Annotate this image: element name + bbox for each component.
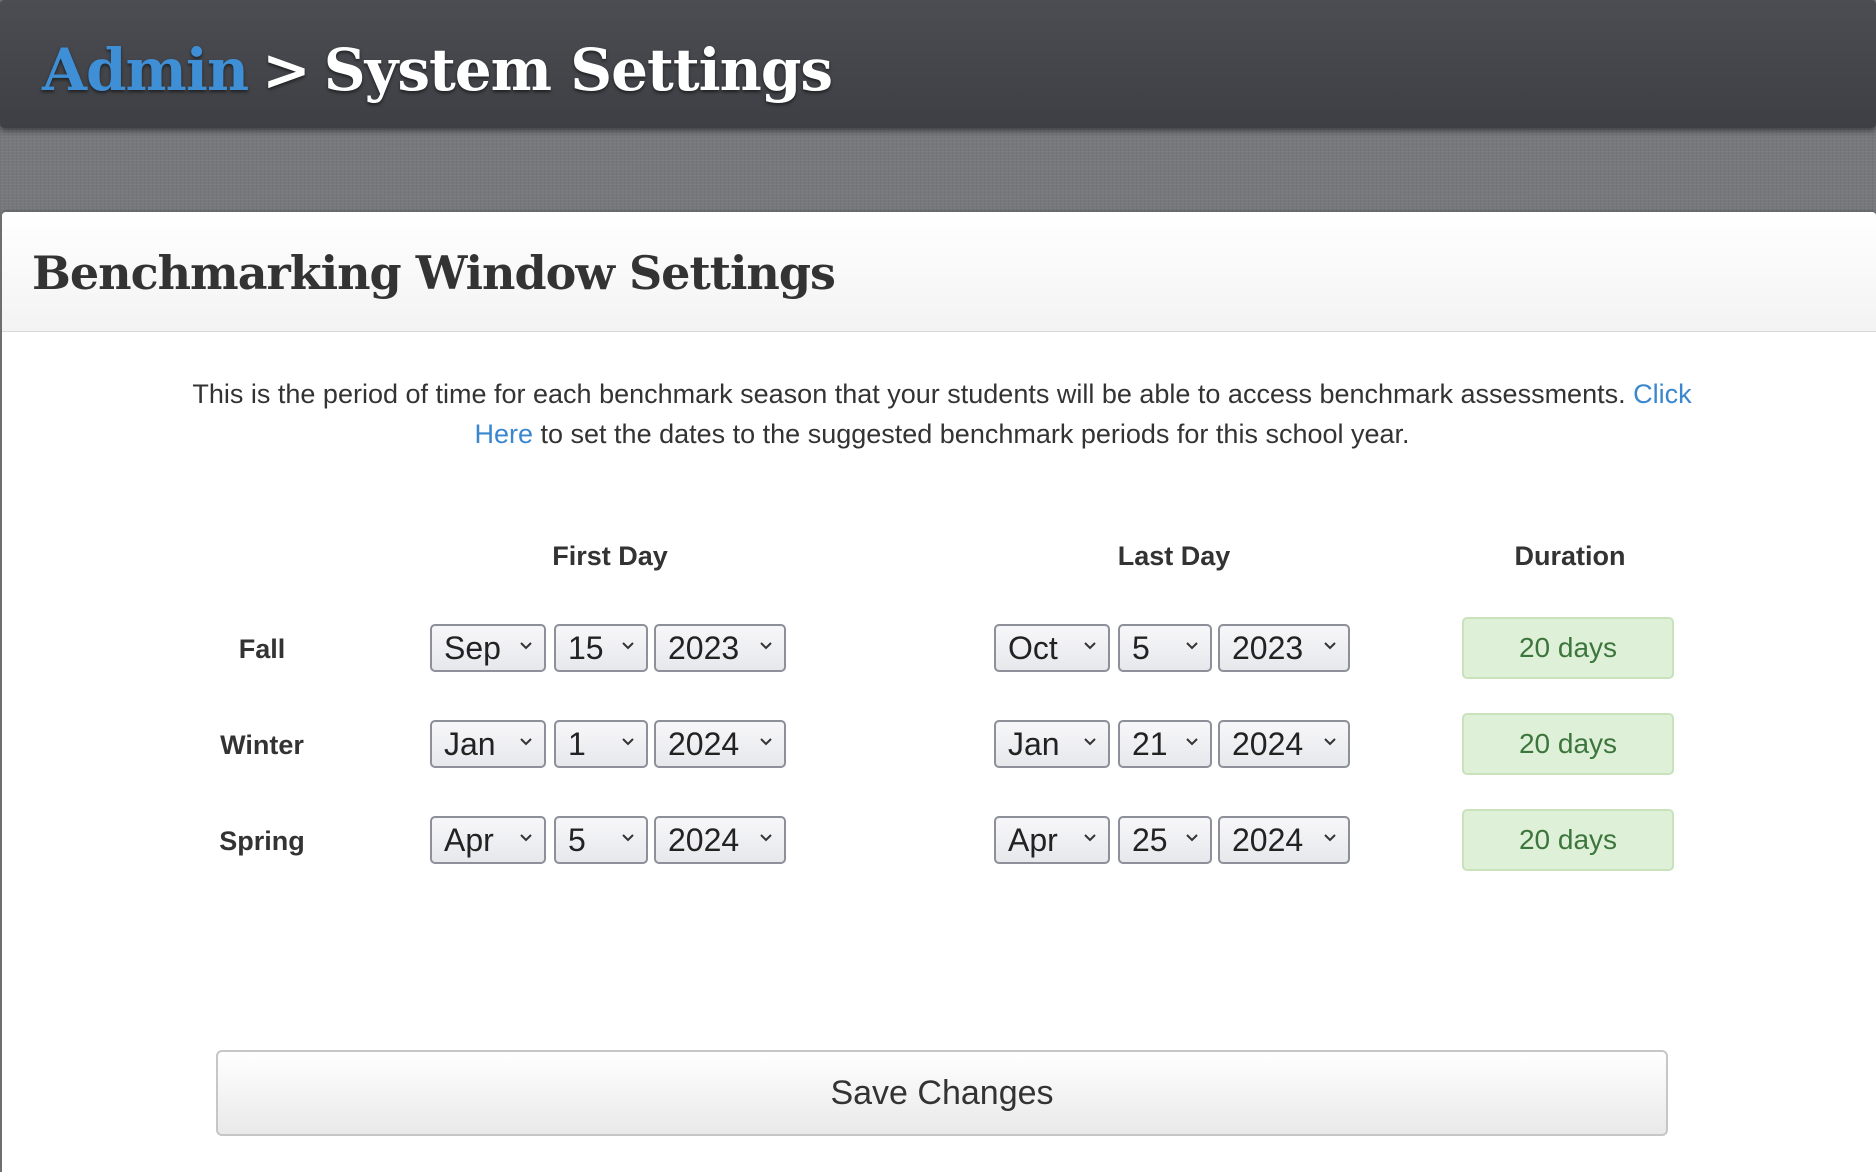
row-label-spring: Spring <box>219 826 305 856</box>
select-value: 15 <box>568 630 604 666</box>
fall-last-year-select[interactable]: 2023 <box>1218 624 1350 672</box>
spring-duration-badge: 20 days <box>1462 809 1674 871</box>
select-value: 5 <box>568 822 586 858</box>
winter-last-day-select[interactable]: 21 <box>1118 720 1212 768</box>
select-value: Oct <box>1008 630 1058 666</box>
fall-first-day-select[interactable]: 15 <box>554 624 648 672</box>
chevron-down-icon <box>760 642 772 650</box>
select-value: 2023 <box>668 630 740 666</box>
chevron-down-icon <box>622 834 634 842</box>
column-header-first-day: First Day <box>552 541 668 571</box>
chevron-down-icon <box>622 738 634 746</box>
fall-first-month-select[interactable]: Sep <box>430 624 546 672</box>
winter-first-year-select[interactable]: 2024 <box>654 720 786 768</box>
fall-last-month-select[interactable]: Oct <box>994 624 1110 672</box>
chevron-down-icon <box>1084 642 1096 650</box>
chevron-down-icon <box>1324 738 1336 746</box>
chevron-down-icon <box>1186 738 1198 746</box>
winter-last-year-select[interactable]: 2024 <box>1218 720 1350 768</box>
spring-last-year-select[interactable]: 2024 <box>1218 816 1350 864</box>
fall-last-day-select[interactable]: 5 <box>1118 624 1212 672</box>
select-value: 2024 <box>668 822 740 858</box>
chevron-down-icon <box>520 834 532 842</box>
benchmark-settings-panel: Benchmarking Window Settings This is the… <box>2 212 1876 1172</box>
select-value: Apr <box>1008 822 1058 858</box>
column-header-last-day: Last Day <box>1117 541 1231 571</box>
select-value: 5 <box>1132 630 1150 666</box>
breadcrumb-current-page: System Settings <box>323 36 833 104</box>
chevron-down-icon <box>760 738 772 746</box>
column-header-duration: Duration <box>1514 541 1626 571</box>
chevron-down-icon <box>622 642 634 650</box>
row-label-fall: Fall <box>238 634 286 664</box>
spring-last-month-select[interactable]: Apr <box>994 816 1110 864</box>
select-value: 2023 <box>1232 630 1304 666</box>
panel-description: This is the period of time for each benc… <box>182 374 1702 454</box>
select-value: 2024 <box>1232 726 1304 762</box>
select-value: 1 <box>568 726 586 762</box>
select-value: 2024 <box>1232 822 1304 858</box>
chevron-down-icon <box>1186 642 1198 650</box>
select-value: Sep <box>444 630 501 666</box>
breadcrumb-admin-link[interactable]: Admin <box>42 36 249 104</box>
select-value: 21 <box>1132 726 1168 762</box>
spring-first-year-select[interactable]: 2024 <box>654 816 786 864</box>
fall-first-year-select[interactable]: 2023 <box>654 624 786 672</box>
top-header-bar: Admin > System Settings <box>0 0 1876 128</box>
chevron-down-icon <box>520 642 532 650</box>
chevron-down-icon <box>1324 834 1336 842</box>
chevron-down-icon <box>1186 834 1198 842</box>
spring-first-day-select[interactable]: 5 <box>554 816 648 864</box>
select-value: 25 <box>1132 822 1168 858</box>
winter-duration-badge: 20 days <box>1462 713 1674 775</box>
winter-first-day-select[interactable]: 1 <box>554 720 648 768</box>
select-value: 2024 <box>668 726 740 762</box>
select-value: Apr <box>444 822 494 858</box>
panel-title: Benchmarking Window Settings <box>32 246 836 300</box>
row-label-winter: Winter <box>220 730 304 760</box>
fall-duration-badge: 20 days <box>1462 617 1674 679</box>
chevron-down-icon <box>1324 642 1336 650</box>
panel-header: Benchmarking Window Settings <box>2 212 1876 332</box>
description-text: This is the period of time for each benc… <box>192 379 1626 409</box>
description-text-after: to set the dates to the suggested benchm… <box>540 419 1410 449</box>
chevron-down-icon <box>760 834 772 842</box>
select-value: Jan <box>1008 726 1060 762</box>
breadcrumb: Admin > System Settings <box>42 32 833 108</box>
chevron-down-icon <box>1084 738 1096 746</box>
winter-first-month-select[interactable]: Jan <box>430 720 546 768</box>
spring-last-day-select[interactable]: 25 <box>1118 816 1212 864</box>
chevron-down-icon <box>1084 834 1096 842</box>
chevron-down-icon <box>520 738 532 746</box>
spring-first-month-select[interactable]: Apr <box>430 816 546 864</box>
breadcrumb-separator: > <box>262 36 311 104</box>
select-value: Jan <box>444 726 496 762</box>
save-changes-button[interactable]: Save Changes <box>216 1050 1668 1136</box>
winter-last-month-select[interactable]: Jan <box>994 720 1110 768</box>
